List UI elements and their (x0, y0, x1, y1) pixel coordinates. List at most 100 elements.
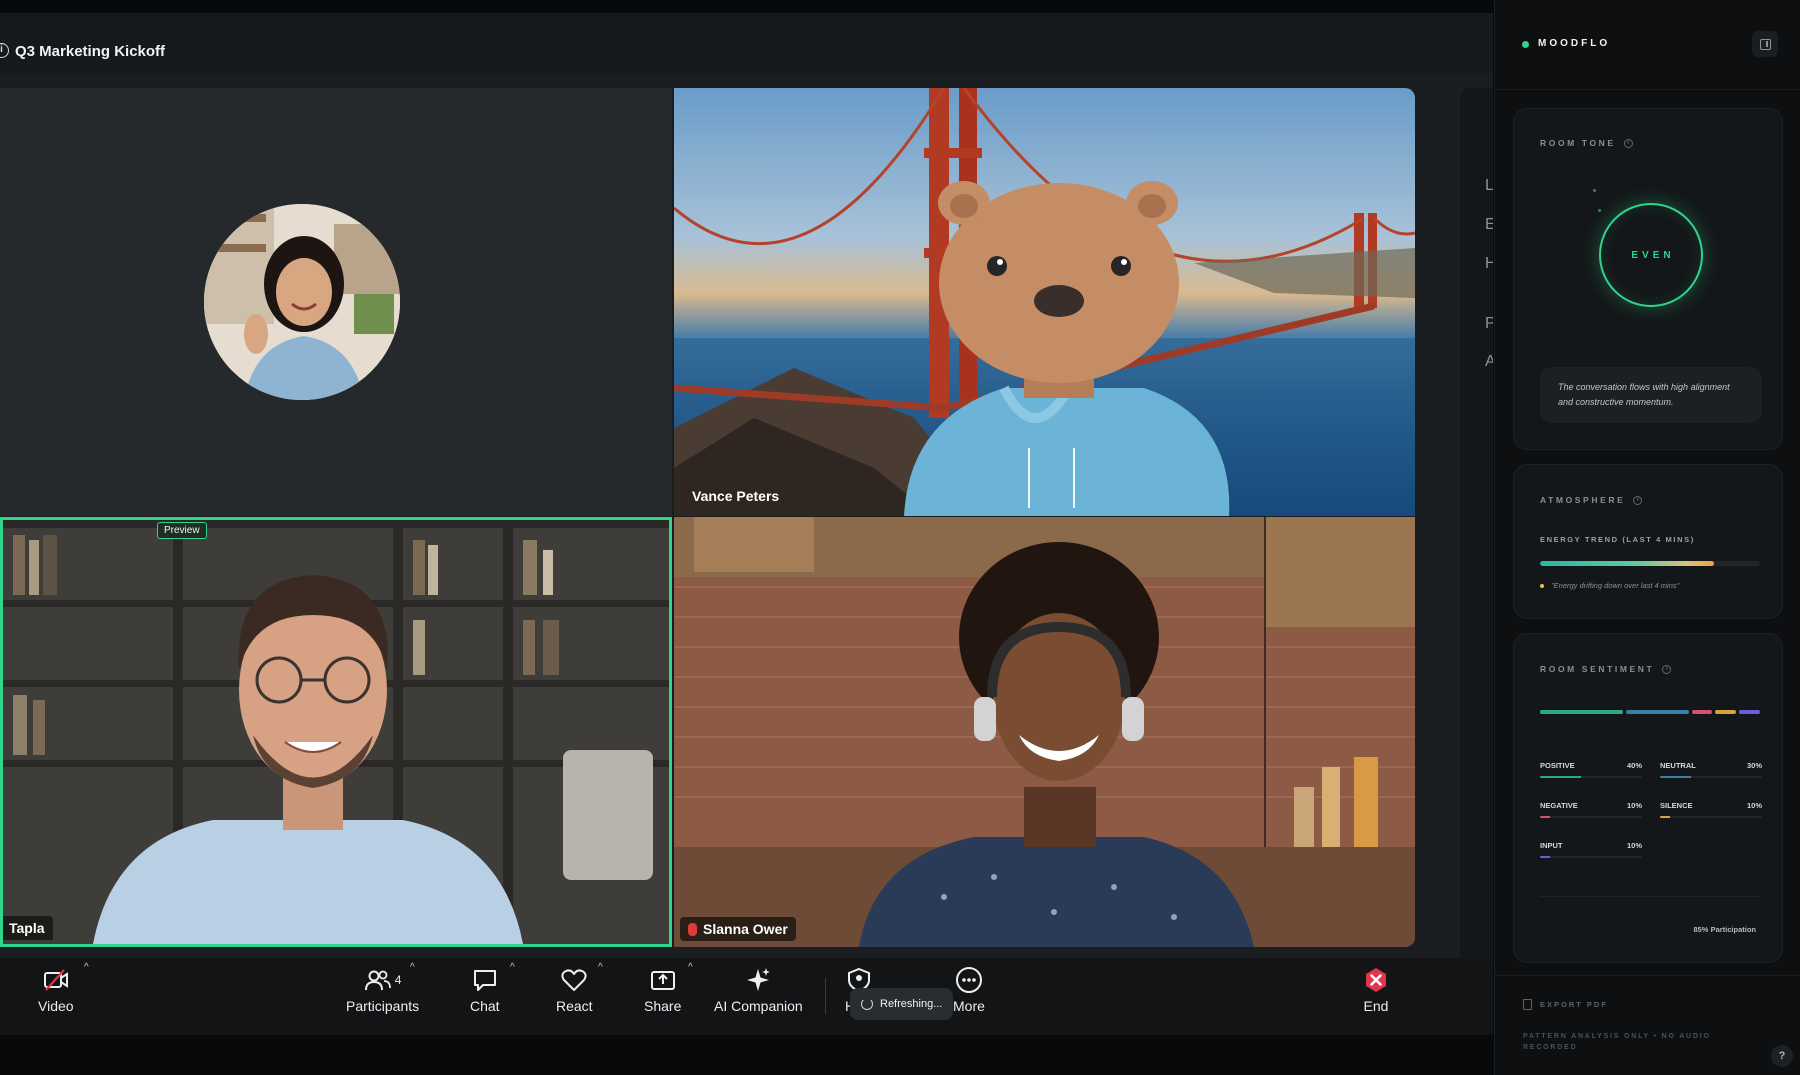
sidebar-toggle-icon (1759, 38, 1771, 50)
react-button[interactable]: React (556, 966, 593, 1014)
participants-label: Participants (346, 998, 420, 1014)
sentiment-meter (1540, 816, 1642, 818)
divider (1540, 896, 1760, 897)
sentiment-segment-neutral (1626, 710, 1689, 714)
chat-label: Chat (470, 998, 500, 1014)
end-label: End (1363, 998, 1389, 1014)
react-options-caret[interactable]: ^ (598, 962, 603, 973)
sentiment-meter-fill (1660, 816, 1671, 818)
refreshing-toast: Refreshing... (850, 988, 954, 1020)
participants-count: 4 (394, 973, 402, 987)
meeting-title: Q3 Marketing Kickoff (15, 43, 166, 60)
sentiment-distribution-bar (1540, 710, 1760, 714)
share-button[interactable]: Share (644, 966, 681, 1014)
participants-button[interactable]: 4 Participants (346, 966, 419, 1014)
info-icon[interactable]: i (1623, 138, 1633, 148)
sentiment-meter-fill (1540, 776, 1581, 778)
live-status-dot (1522, 41, 1529, 48)
sentiment-meter-fill (1540, 856, 1551, 858)
sentiment-segment-input (1739, 710, 1760, 714)
video-tile-vance-peters[interactable]: Vance Peters (674, 88, 1415, 516)
sentiment-segment-silence (1715, 710, 1737, 714)
tone-particle (1593, 189, 1596, 192)
divider (1495, 975, 1800, 976)
sentiment-label: SILENCE (1660, 801, 1693, 810)
sentiment-positive: POSITIVE 40% (1540, 761, 1642, 778)
meeting-area: i Q3 Marketing Kickoff Vance Peters Tapl… (0, 13, 1493, 1035)
sentiment-value: 10% (1626, 841, 1642, 850)
atmosphere-card: ATMOSPHERE i ENERGY TREND (LAST 4 MINS) … (1513, 464, 1783, 619)
info-icon[interactable]: i (1662, 664, 1672, 674)
sentiment-value: 30% (1746, 761, 1762, 770)
energy-trend-bar (1540, 561, 1760, 566)
atmosphere-heading: ATMOSPHERE (1540, 495, 1626, 505)
privacy-note: PATTERN ANALYSIS ONLY • NO AUDIO RECORDE… (1523, 1033, 1711, 1051)
end-button[interactable]: End (1362, 966, 1390, 1014)
sentiment-meter-fill (1660, 776, 1691, 778)
atmosphere-title: ATMOSPHERE i (1540, 495, 1643, 505)
collapse-panel-button[interactable] (1752, 31, 1778, 57)
more-icon (955, 967, 982, 993)
toolbar-divider (825, 978, 826, 1014)
camera-feed (674, 517, 1415, 947)
chat-button[interactable]: Chat (470, 966, 500, 1014)
sparkle-icon (747, 968, 771, 991)
chat-options-caret[interactable]: ^ (510, 962, 515, 973)
sentiment-meter (1660, 776, 1762, 778)
sentiment-meter (1540, 776, 1642, 778)
panel-letter: A (1485, 353, 1493, 370)
participant-name-tag: Vance Peters (692, 488, 780, 504)
bridge-scene (674, 88, 1415, 516)
energy-trend-fill (1540, 561, 1714, 566)
moodflo-panel: MOODFLO ROOM TONE i EVEN The conversatio… (1494, 0, 1800, 1075)
video-tile-tapla[interactable]: Tapla (0, 517, 672, 947)
energy-trend-label: ENERGY TREND (LAST 4 MINS) (1540, 535, 1695, 544)
ai-companion-label: AI Companion (714, 998, 803, 1014)
moodflo-header: MOODFLO (1495, 0, 1800, 90)
sentiment-silence: SILENCE 10% (1660, 801, 1762, 818)
room-sentiment-card: ROOM SENTIMENT i POSITIVE 40% NEUTRAL 30% … (1513, 633, 1783, 963)
participant-name-tag: Tapla (3, 916, 53, 940)
room-tone-summary: The conversation flows with high alignme… (1540, 367, 1762, 423)
meeting-top-bar: i Q3 Marketing Kickoff (0, 13, 1493, 73)
sentiment-value: 10% (1746, 801, 1762, 810)
more-button[interactable]: More (953, 966, 985, 1014)
spinner-icon (861, 998, 873, 1010)
camera-feed (3, 520, 669, 944)
participation-rate: 85% Participation (1693, 925, 1756, 934)
export-pdf-button[interactable]: EXPORT PDF (1523, 999, 1608, 1010)
video-options-caret[interactable]: ^ (84, 962, 89, 973)
panel-letter: H (1485, 255, 1493, 272)
info-icon[interactable]: i (0, 43, 9, 58)
video-button[interactable]: Video (38, 966, 74, 1014)
video-tile-slanna-ower[interactable]: Slanna Ower (674, 517, 1415, 947)
close-icon (1366, 968, 1386, 992)
help-button[interactable]: ? (1771, 1045, 1793, 1067)
export-pdf-label: EXPORT PDF (1540, 1000, 1608, 1009)
panel-letter: L (1485, 177, 1493, 194)
sentiment-segment-negative (1691, 710, 1713, 714)
room-tone-indicator: EVEN (1599, 203, 1703, 307)
preview-badge: Preview (157, 522, 207, 539)
share-label: Share (644, 998, 682, 1014)
panel-letter: P (1485, 315, 1493, 332)
energy-note-text: "Energy drifting down over last 4 mins" (1551, 581, 1680, 590)
ai-companion-button[interactable]: AI Companion (714, 966, 803, 1014)
info-icon[interactable]: i (1633, 495, 1643, 505)
mic-muted-icon (688, 922, 697, 936)
participants-options-caret[interactable]: ^ (410, 962, 415, 973)
more-label: More (953, 998, 985, 1014)
participant-avatar (204, 204, 400, 400)
tone-particle (1598, 209, 1601, 212)
react-label: React (556, 998, 593, 1014)
sentiment-negative: NEGATIVE 10% (1540, 801, 1642, 818)
app-window: i Q3 Marketing Kickoff Vance Peters Tapl… (0, 0, 1800, 1075)
participants-icon (364, 970, 391, 991)
sentiment-value: 40% (1626, 761, 1642, 770)
document-icon (1523, 999, 1532, 1010)
video-tile-1[interactable] (0, 88, 672, 516)
energy-note: "Energy drifting down over last 4 mins" (1540, 581, 1679, 590)
sentiment-neutral: NEUTRAL 30% (1660, 761, 1762, 778)
share-options-caret[interactable]: ^ (688, 962, 693, 973)
sentiment-meter (1660, 816, 1762, 818)
